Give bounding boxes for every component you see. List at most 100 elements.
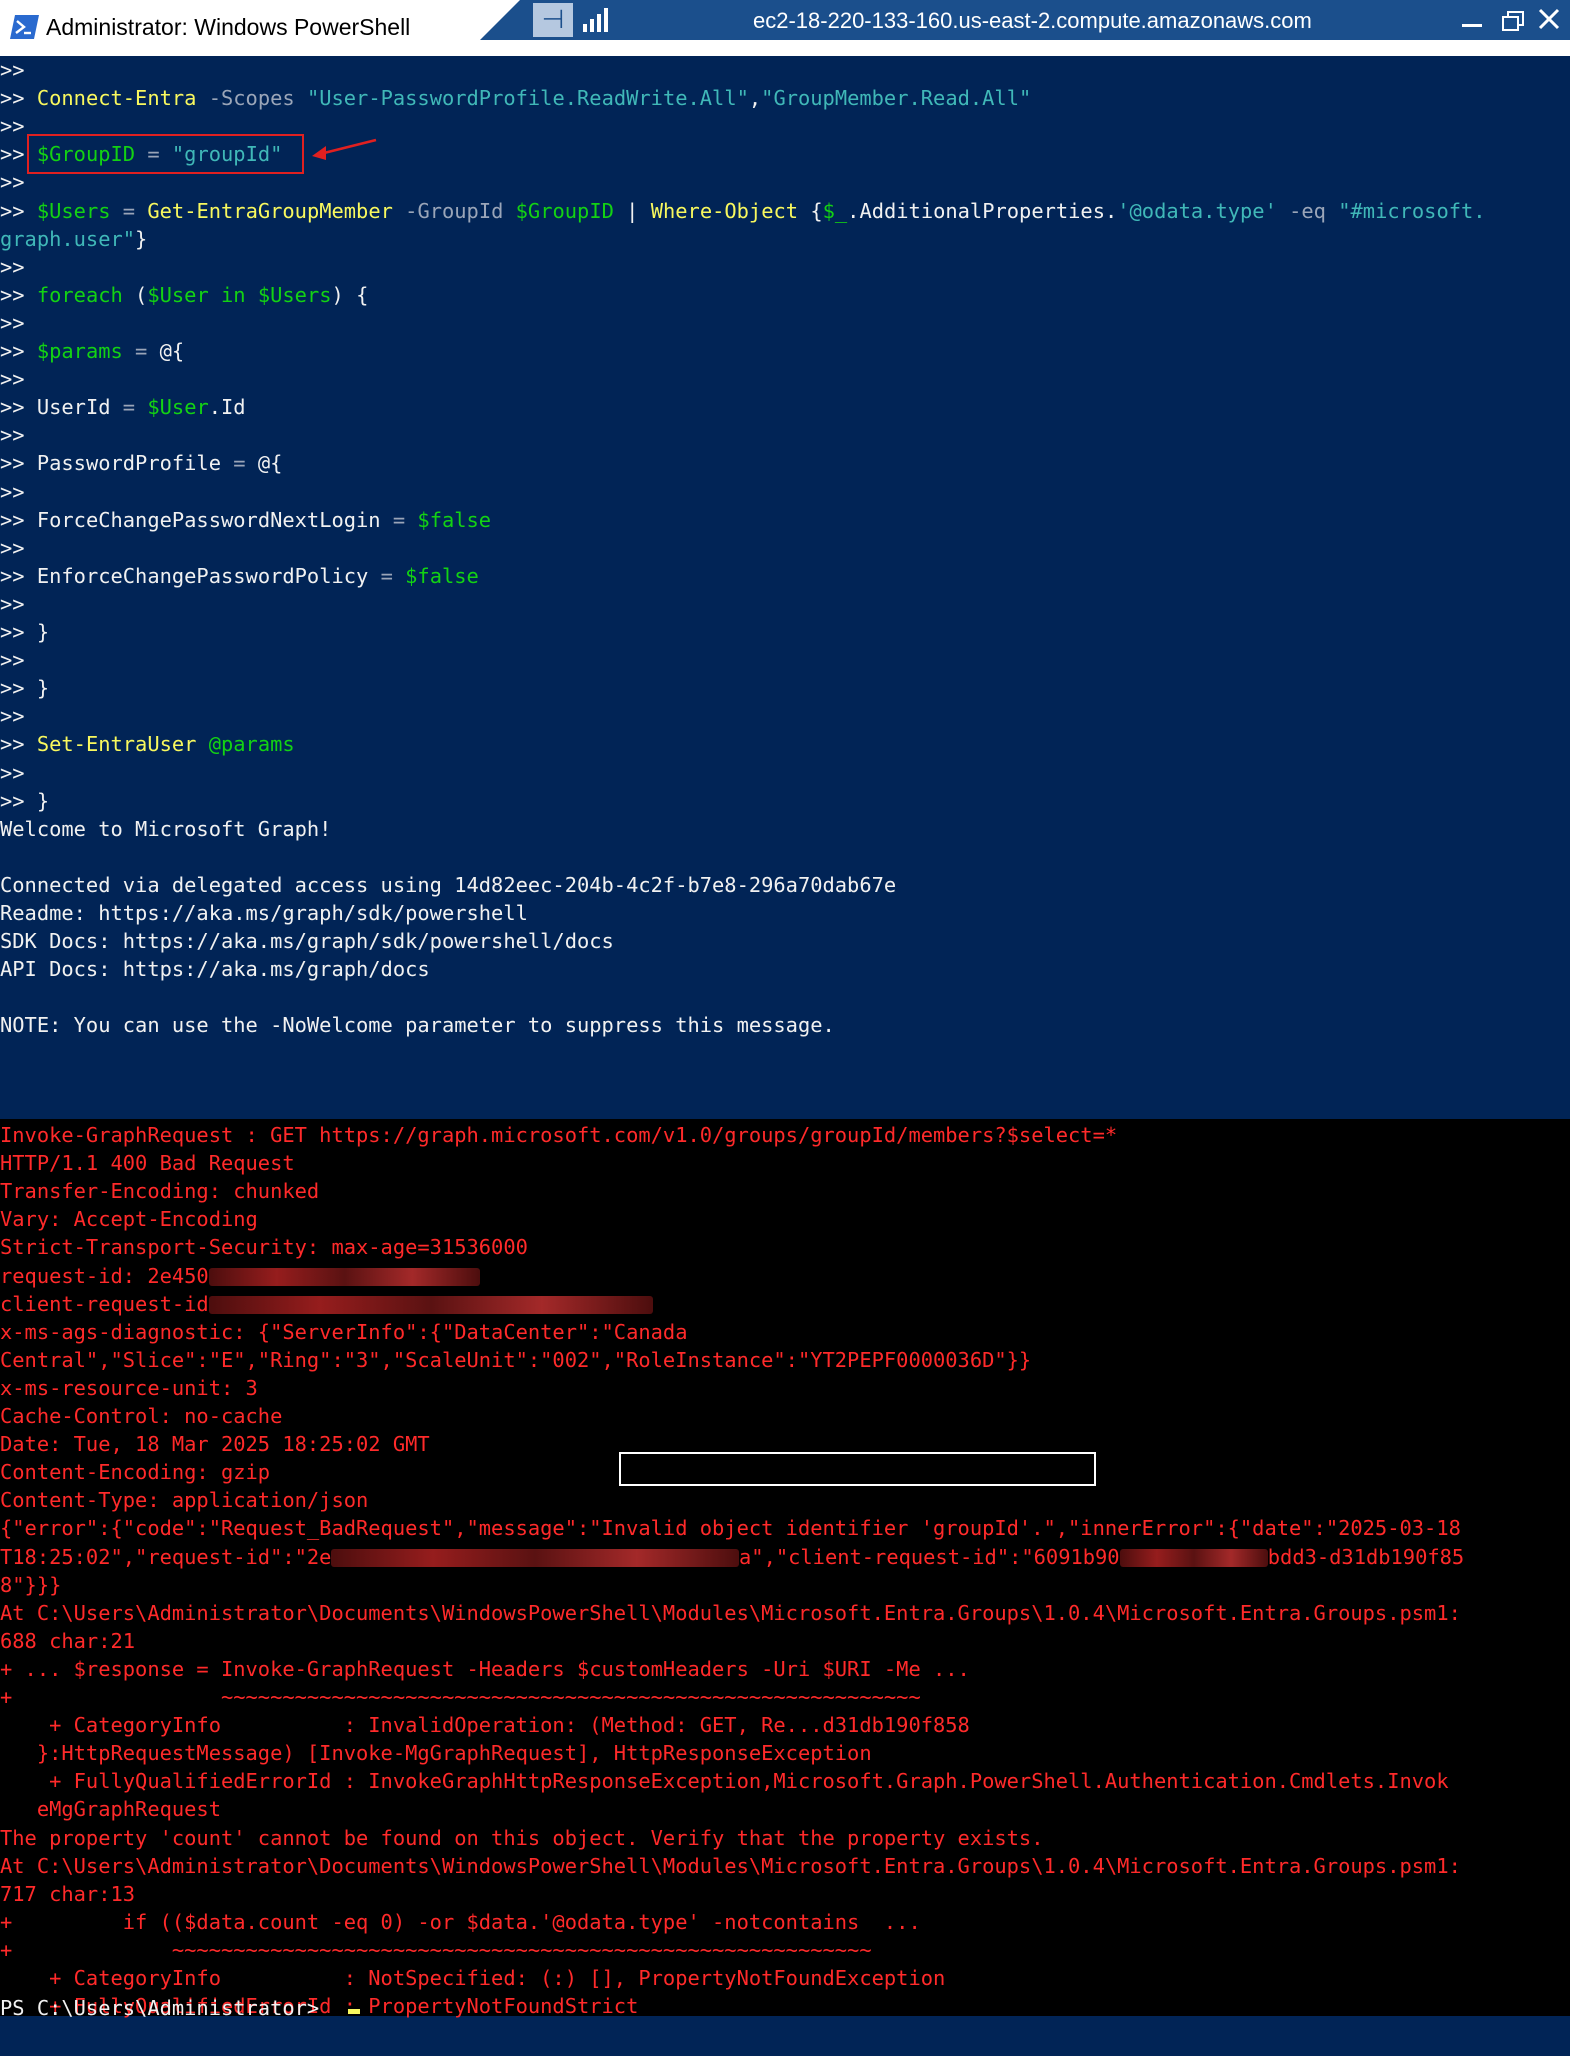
error-segment: Invoke-GraphRequest : GET https://graph.… [0, 1123, 1118, 1147]
script-segment: Connected via delegated access using 14d… [0, 872, 897, 897]
error-segment: + CategoryInfo : NotSpecified: (:) [], P… [0, 1966, 946, 1990]
script-line: >> [0, 309, 25, 337]
script-segment: , [748, 86, 762, 111]
script-segment: Where-Object [650, 198, 799, 223]
error-line: Content-Type: application/json [0, 1486, 368, 1514]
script-segment: -GroupId [392, 198, 516, 223]
error-line: Transfer-Encoding: chunked [0, 1177, 319, 1205]
script-line: >> [0, 168, 25, 196]
script-line: >> } [0, 674, 49, 702]
script-segment: >> [0, 563, 37, 588]
script-segment: >> [0, 367, 25, 392]
script-segment: $false [417, 507, 492, 532]
pin-icon[interactable]: ⊣ [533, 3, 573, 37]
error-segment: Content-Type: application/json [0, 1488, 369, 1513]
error-segment: The property 'count' cannot be found on … [0, 1825, 1044, 1850]
script-segment: .Id [208, 395, 246, 420]
script-segment: = [110, 198, 148, 223]
script-segment: >> [0, 339, 37, 363]
error-line: At C:\Users\Administrator\Documents\Wind… [0, 1599, 1461, 1627]
script-line: NOTE: You can use the -NoWelcome paramet… [0, 1011, 835, 1039]
error-line: 688 char:21 [0, 1627, 135, 1655]
script-line: >> } [0, 618, 49, 646]
error-line: At C:\Users\Administrator\Documents\Wind… [0, 1852, 1461, 1880]
redacted-value [208, 1267, 481, 1286]
script-line: >> [0, 112, 25, 140]
script-line: >> Set-EntraUser @params [0, 730, 295, 758]
error-line: + CategoryInfo : InvalidOperation: (Meth… [0, 1711, 970, 1739]
error-segment: At C:\Users\Administrator\Documents\Wind… [0, 1600, 1461, 1625]
script-segment: ) { [331, 282, 369, 307]
script-segment: Readme: https://aka.ms/graph/sdk/powersh… [0, 901, 528, 925]
script-line: >> [0, 365, 25, 393]
script-segment: >> } [0, 788, 50, 813]
script-segment: { [798, 198, 823, 223]
script-line: Readme: https://aka.ms/graph/sdk/powersh… [0, 899, 528, 927]
error-segment: + FullyQualifiedErrorId : InvokeGraphHtt… [0, 1769, 1449, 1794]
script-line: >> ForceChangePasswordNextLogin = $false [0, 506, 491, 534]
connection-quality-icon[interactable] [582, 8, 608, 32]
script-segment: >> [0, 423, 25, 448]
error-line: Cache-Control: no-cache [0, 1402, 282, 1430]
error-line: The property 'count' cannot be found on … [0, 1824, 1043, 1852]
remote-host-name: ec2-18-220-133-160.us-east-2.compute.ama… [753, 8, 1312, 33]
script-line: >> } [0, 787, 49, 815]
script-segment: >> [0, 282, 37, 307]
script-segment: = [368, 563, 406, 588]
script-line: Welcome to Microsoft Graph! [0, 815, 331, 843]
minimize-button[interactable] [1455, 6, 1489, 34]
minimize-icon [1462, 24, 1482, 27]
script-segment: -eq [1276, 198, 1339, 223]
script-segment: EnforceChangePasswordPolicy [36, 563, 369, 588]
script-segment: .AdditionalProperties. [847, 198, 1118, 223]
script-segment: >> [0, 732, 37, 757]
close-button[interactable] [1532, 6, 1566, 34]
script-line: >> foreach ($User in $Users) { [0, 281, 368, 309]
error-segment: Transfer-Encoding: chunked [0, 1179, 320, 1204]
error-segment: eMgGraphRequest [0, 1797, 221, 1822]
script-segment: >> } [0, 620, 50, 644]
script-segment: ForceChangePasswordNextLogin [36, 507, 381, 532]
script-segment: >> [0, 254, 25, 279]
error-line: 8"}}} [0, 1571, 61, 1599]
redacted-value [331, 1548, 740, 1567]
script-segment: = [380, 507, 418, 532]
error-segment: 717 char:13 [0, 1881, 136, 1906]
script-line: >> [0, 478, 25, 506]
script-segment: | [613, 198, 651, 223]
script-segment: '@odata.type' [1117, 198, 1277, 223]
script-segment: >> [0, 198, 37, 223]
error-segment: At C:\Users\Administrator\Documents\Wind… [0, 1853, 1461, 1878]
script-segment: >> [0, 310, 25, 335]
powershell-icon [10, 15, 39, 39]
error-line: + if (($data.count -eq 0) -or $data.'@od… [0, 1908, 921, 1936]
script-segment: in [208, 282, 258, 307]
error-segment: + CategoryInfo : InvalidOperation: (Meth… [0, 1713, 970, 1738]
command-prompt[interactable]: PS C:\Users\Administrator> [0, 1994, 331, 2022]
script-segment: >> [0, 86, 37, 111]
script-segment: = [110, 395, 148, 420]
script-segment: ( [122, 282, 148, 307]
script-segment: API Docs: https://aka.ms/graph/docs [0, 957, 430, 982]
error-segment: Strict-Transport-Security: max-age=31536… [0, 1235, 528, 1260]
script-segment: UserId [36, 395, 111, 420]
script-segment: Welcome to Microsoft Graph! [0, 816, 332, 841]
window-title-bar[interactable]: Administrator: Windows PowerShell ⊣ ec2-… [0, 0, 1570, 56]
script-segment: foreach [36, 282, 123, 307]
script-segment: = [221, 451, 258, 476]
error-line: }:HttpRequestMessage) [Invoke-MgGraphReq… [0, 1739, 872, 1767]
script-segment: >> [0, 507, 37, 532]
error-segment: client-request-id [0, 1291, 209, 1316]
script-segment: >> } [0, 676, 50, 701]
redacted-value [1119, 1548, 1268, 1567]
script-segment: >> [0, 451, 37, 476]
console-output[interactable]: >> >> Connect-Entra -Scopes "User-Passwor… [0, 56, 1570, 2056]
error-segment: Cache-Control: no-cache [0, 1404, 283, 1428]
restore-button[interactable] [1495, 6, 1529, 34]
script-segment: -Scopes [196, 86, 307, 111]
script-line: Connected via delegated access using 14d… [0, 871, 896, 899]
script-segment: >> [0, 591, 25, 616]
script-segment: >> [0, 395, 37, 420]
annotation-arrow-icon [312, 138, 377, 160]
error-segment: request-id: 2e450 [0, 1263, 209, 1288]
